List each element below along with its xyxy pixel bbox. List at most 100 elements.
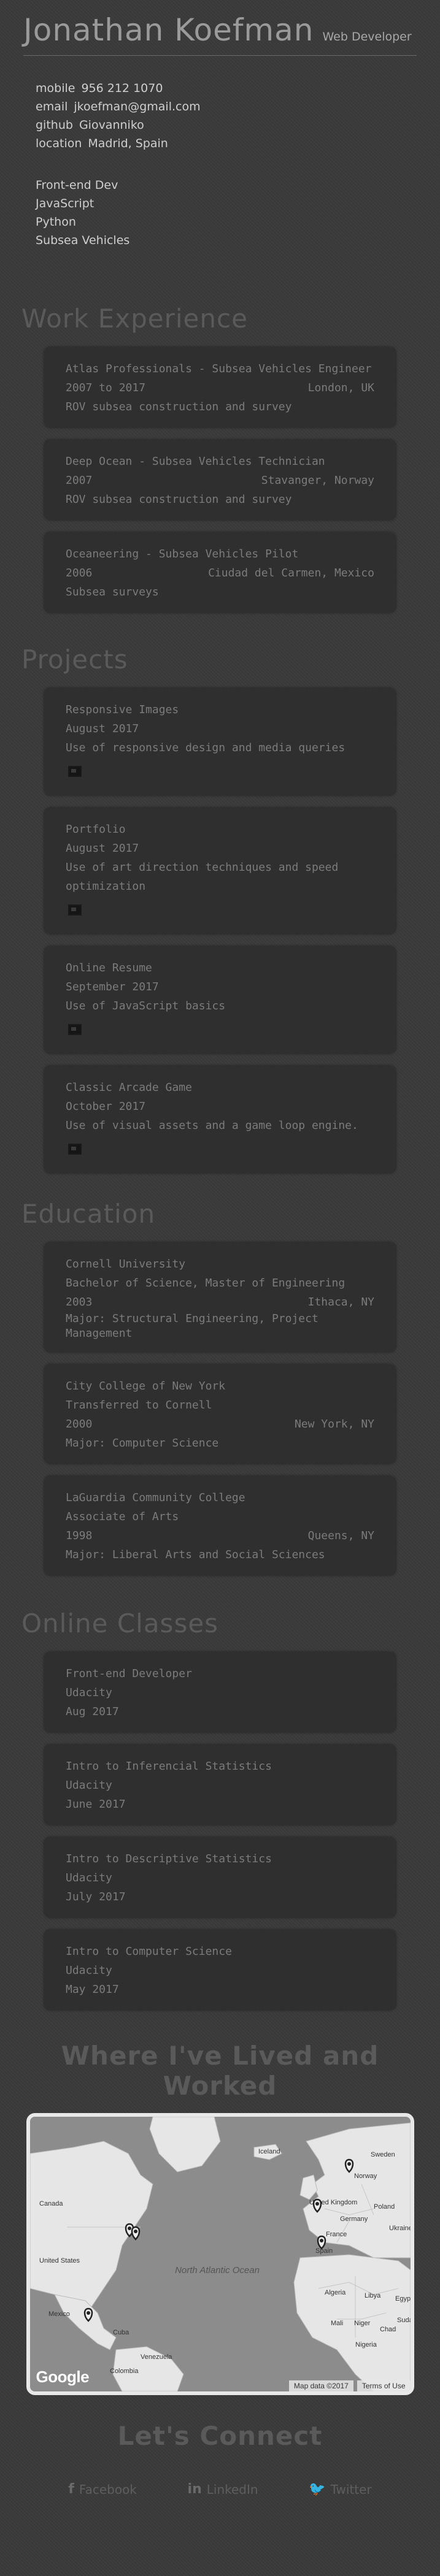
education-location: New York, NY <box>294 1418 374 1431</box>
project-title[interactable]: Responsive Images <box>66 700 374 719</box>
section-title-work: Work Experience <box>21 304 248 334</box>
project-title[interactable]: Classic Arcade Game <box>66 1078 374 1097</box>
map-label-mali: Mali <box>331 2320 343 2327</box>
project-title[interactable]: Portfolio <box>66 820 374 839</box>
education-year-row: 2003 Ithaca, NY <box>66 1293 374 1312</box>
course-title[interactable]: Intro to Descriptive Statistics <box>66 1849 374 1868</box>
contact-value[interactable]: jkoefman@gmail.com <box>74 100 200 113</box>
course-school: Udacity <box>66 1779 112 1792</box>
project-date: September 2017 <box>66 980 159 993</box>
work-title[interactable]: Oceaneering - Subsea Vehicles Pilot <box>66 545 374 564</box>
image-icon[interactable] <box>68 766 82 777</box>
degree: Transferred to Cornell <box>66 1399 212 1412</box>
map-label-sudan: Sudan <box>397 2317 411 2324</box>
project-date: October 2017 <box>66 1100 146 1113</box>
education-year-row: 2000 New York, NY <box>66 1415 374 1434</box>
project-title[interactable]: Online Resume <box>66 958 374 977</box>
contact-label: email <box>36 100 68 113</box>
section-title-education: Education <box>21 1199 156 1229</box>
google-logo[interactable]: Google <box>36 2368 90 2387</box>
contact-label: mobile <box>36 82 75 95</box>
map-label-algeria: Algeria <box>325 2289 346 2296</box>
facebook-icon: f <box>68 2482 74 2497</box>
education-card: City College of New York Transferred to … <box>44 1364 396 1464</box>
facebook-label: Facebook <box>79 2482 137 2497</box>
map-label-atlantic: North Atlantic Ocean <box>175 2265 260 2276</box>
online-card: Intro to Computer Science Udacity May 20… <box>44 1930 396 2010</box>
facebook-link[interactable]: f Facebook <box>68 2482 137 2497</box>
work-dates-row: 2006 Ciudad del Carmen, Mexico <box>66 564 374 583</box>
linkedin-link[interactable]: in LinkedIn <box>188 2482 258 2497</box>
connect-section: Let's Connect f Facebook in LinkedIn 🐦 Twit… <box>0 2421 440 2497</box>
map-label-canada: Canada <box>39 2200 63 2207</box>
skill-item: JavaScript <box>36 197 95 210</box>
map-label-france: France <box>326 2231 347 2238</box>
school-name[interactable]: City College of New York <box>66 1377 374 1396</box>
name-row: Jonathan Koefman Web Developer <box>23 12 417 56</box>
work-card: Atlas Professionals - Subsea Vehicles En… <box>44 347 396 427</box>
education-year: 2000 <box>66 1418 93 1431</box>
project-description: Use of visual assets and a game loop eng… <box>66 1119 358 1132</box>
twitter-link[interactable]: 🐦 Twitter <box>309 2482 371 2497</box>
project-card: Responsive Images August 2017 Use of res… <box>44 688 396 795</box>
online-card: Front-end Developer Udacity Aug 2017 <box>44 1652 396 1732</box>
education-card: LaGuardia Community College Associate of… <box>44 1476 396 1575</box>
contact-location: location Madrid, Spain <box>36 134 417 153</box>
work-dates-row: 2007 to 2017 London, UK <box>66 378 374 397</box>
work-section: Work Experience Atlas Professionals - Su… <box>0 304 440 613</box>
image-icon[interactable] <box>68 1144 82 1155</box>
work-card: Oceaneering - Subsea Vehicles Pilot 2006… <box>44 532 396 613</box>
project-cards: Responsive Images August 2017 Use of res… <box>0 688 440 1173</box>
course-date: July 2017 <box>66 1890 126 1903</box>
image-icon[interactable] <box>68 1024 82 1035</box>
contact-email[interactable]: email jkoefman@gmail.com <box>36 97 417 116</box>
course-school: Udacity <box>66 1686 112 1699</box>
work-dates: 2006 <box>66 567 93 579</box>
contact-label: location <box>36 137 82 150</box>
terms-of-use-link[interactable]: Terms of Use <box>357 2380 411 2391</box>
map-label-poland: Poland <box>374 2203 395 2211</box>
course-title[interactable]: Intro to Computer Science <box>66 1942 374 1961</box>
map-label-cuba: Cuba <box>113 2329 129 2336</box>
map-label-iceland: Iceland <box>258 2148 280 2155</box>
map-label-mexico: Mexico <box>48 2310 70 2318</box>
project-date: August 2017 <box>66 722 139 735</box>
contact-value: Madrid, Spain <box>88 137 168 150</box>
google-map[interactable]: Iceland Norway Sweden Canada United Stat… <box>26 2113 414 2395</box>
map-label-colombia: Colombia <box>110 2368 139 2375</box>
work-description: ROV subsea construction and survey <box>66 400 292 413</box>
contact-value[interactable]: Giovanniko <box>79 118 144 132</box>
map-label-norway: Norway <box>354 2173 377 2180</box>
contact-label: github <box>36 118 73 132</box>
work-title[interactable]: Atlas Professionals - Subsea Vehicles En… <box>66 359 374 378</box>
education-year-row: 1998 Queens, NY <box>66 1526 374 1545</box>
course-school: Udacity <box>66 1964 112 1977</box>
work-cards: Atlas Professionals - Subsea Vehicles En… <box>0 347 440 613</box>
map-label-venezuela: Venezuela <box>141 2353 172 2361</box>
work-title[interactable]: Deep Ocean - Subsea Vehicles Technician <box>66 452 374 471</box>
work-location: Ciudad del Carmen, Mexico <box>208 567 374 579</box>
degree: Associate of Arts <box>66 1510 179 1523</box>
map-data-label: Map data ©2017 <box>288 2380 353 2391</box>
map-canvas[interactable]: Iceland Norway Sweden Canada United Stat… <box>29 2117 411 2391</box>
course-title[interactable]: Front-end Developer <box>66 1664 374 1683</box>
section-title-connect: Let's Connect <box>117 2421 323 2451</box>
education-location: Ithaca, NY <box>307 1296 374 1309</box>
linkedin-icon: in <box>187 2482 202 2497</box>
online-card: Intro to Inferencial Statistics Udacity … <box>44 1745 396 1825</box>
online-classes-section: Online Classes Front-end Developer Udaci… <box>0 1608 440 2010</box>
education-card: Cornell University Bachelor of Science, … <box>44 1242 396 1352</box>
map-label-sweden: Sweden <box>371 2151 395 2158</box>
work-dates: 2007 <box>66 474 93 487</box>
contact-github[interactable]: github Giovanniko <box>36 116 417 134</box>
map-section: Where I've Lived and Worked Iceland Norw… <box>0 2041 440 2395</box>
course-title[interactable]: Intro to Inferencial Statistics <box>66 1757 374 1776</box>
work-description: ROV subsea construction and survey <box>66 493 292 506</box>
image-icon[interactable] <box>68 904 82 915</box>
social-links: f Facebook in LinkedIn 🐦 Twitter <box>0 2482 440 2497</box>
work-location: Stavanger, Norway <box>261 474 374 487</box>
school-name[interactable]: Cornell University <box>66 1255 374 1274</box>
course-school: Udacity <box>66 1871 112 1884</box>
course-date: May 2017 <box>66 1983 119 1996</box>
school-name[interactable]: LaGuardia Community College <box>66 1488 374 1507</box>
